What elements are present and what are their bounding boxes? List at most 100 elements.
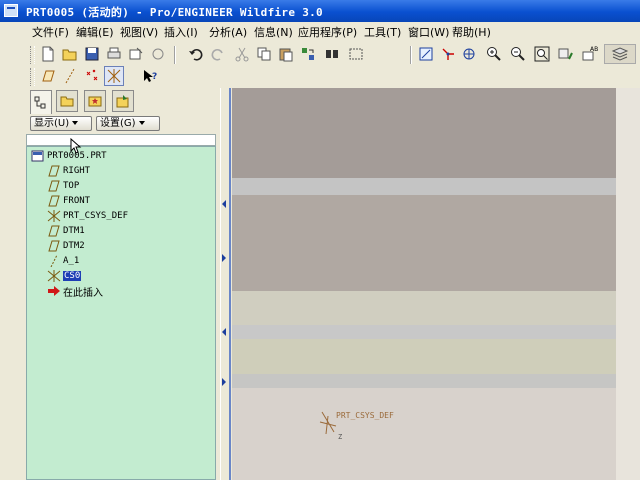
datum-point-display-icon[interactable] bbox=[82, 66, 102, 86]
menu-help[interactable]: 帮助(H) bbox=[450, 24, 493, 40]
tab-connections[interactable] bbox=[112, 90, 134, 112]
spin-center-icon[interactable] bbox=[438, 44, 458, 64]
save-icon[interactable] bbox=[82, 44, 102, 64]
part-icon bbox=[31, 150, 44, 162]
collapse-left-icon[interactable] bbox=[222, 200, 226, 208]
csys-icon bbox=[47, 270, 61, 282]
model-tree: PRT0005.PRT RIGHT TOP FRONT PRT_CSYS_DEF… bbox=[26, 146, 216, 480]
background-band bbox=[232, 88, 616, 178]
open-icon[interactable] bbox=[60, 44, 80, 64]
zoom-in-icon[interactable] bbox=[484, 44, 504, 64]
menu-window[interactable]: 窗口(W) bbox=[406, 24, 451, 40]
datum-display-toolbar: ? bbox=[0, 66, 170, 90]
undo-icon[interactable] bbox=[186, 44, 206, 64]
chevron-down-icon bbox=[138, 121, 145, 125]
refit-icon[interactable] bbox=[532, 44, 552, 64]
background-band bbox=[232, 291, 616, 325]
toolbar-separator bbox=[174, 46, 176, 64]
print-icon[interactable] bbox=[104, 44, 124, 64]
menu-bar: 文件(F) 编辑(E) 视图(V) 插入(I) 分析(A) 信息(N) 应用程序… bbox=[0, 22, 640, 40]
repaint-icon[interactable] bbox=[416, 44, 436, 64]
tree-item-label: CS0 bbox=[63, 271, 82, 281]
tree-item-dtm1[interactable]: DTM1 bbox=[47, 224, 85, 238]
app-icon bbox=[4, 4, 18, 17]
send-icon[interactable] bbox=[126, 44, 146, 64]
expand-right-icon[interactable] bbox=[222, 254, 226, 262]
layers-icon[interactable] bbox=[604, 44, 636, 64]
csys-display-icon[interactable] bbox=[104, 66, 124, 86]
csys-glyph-icon[interactable] bbox=[318, 408, 338, 442]
select-box-icon[interactable] bbox=[346, 44, 366, 64]
find-icon[interactable] bbox=[322, 44, 342, 64]
toolbar-grip[interactable] bbox=[30, 68, 35, 86]
background-band bbox=[232, 325, 616, 339]
copy-icon[interactable] bbox=[254, 44, 274, 64]
paste-icon[interactable] bbox=[276, 44, 296, 64]
tab-model-tree[interactable] bbox=[30, 90, 52, 114]
erase-icon[interactable] bbox=[148, 44, 168, 64]
tab-favorites[interactable] bbox=[84, 90, 106, 112]
saved-views-icon[interactable] bbox=[556, 44, 576, 64]
tree-item-cs0[interactable]: CS0 bbox=[47, 269, 82, 283]
datum-plane-icon bbox=[48, 195, 60, 207]
graphics-right-strip bbox=[616, 88, 640, 480]
tree-item-insert-here[interactable]: 在此插入 bbox=[47, 284, 103, 299]
csys-axis-label: Z bbox=[338, 433, 343, 441]
datum-plane-icon bbox=[48, 180, 60, 192]
tree-item-label: TOP bbox=[63, 181, 80, 191]
graphics-border bbox=[229, 88, 231, 480]
tree-item-dtm2[interactable]: DTM2 bbox=[47, 239, 85, 253]
settings-dropdown-button[interactable]: 设置(G) bbox=[96, 116, 160, 131]
tree-item-label: RIGHT bbox=[63, 166, 91, 176]
menu-edit[interactable]: 编辑(E) bbox=[74, 24, 116, 40]
view-manager-icon[interactable]: AB bbox=[580, 44, 600, 64]
tab-folder-browser[interactable] bbox=[56, 90, 78, 112]
title-bar: PRT0005 (活动的) - Pro/ENGINEER Wildfire 3.… bbox=[0, 0, 640, 22]
whats-this-icon[interactable]: ? bbox=[140, 66, 160, 86]
datum-plane-icon bbox=[48, 240, 60, 252]
tree-header bbox=[26, 134, 216, 146]
settings-dropdown-label: 设置(G) bbox=[100, 118, 136, 129]
tree-item-label: DTM1 bbox=[63, 226, 85, 236]
graphics-window[interactable]: PRT_CSYS_DEF Z bbox=[232, 88, 640, 480]
navigator-panel: 显示(U) 设置(G) PRT0005.PRT RIGHT TOP FRONT … bbox=[26, 88, 220, 480]
tree-item-label: DTM2 bbox=[63, 241, 85, 251]
menu-analysis[interactable]: 分析(A) bbox=[207, 24, 249, 40]
cut-icon[interactable] bbox=[232, 44, 252, 64]
show-dropdown-button[interactable]: 显示(U) bbox=[30, 116, 92, 131]
redo-icon[interactable] bbox=[208, 44, 228, 64]
menu-tools[interactable]: 工具(T) bbox=[362, 24, 403, 40]
datum-plane-display-icon[interactable] bbox=[38, 66, 58, 86]
tree-item-a1[interactable]: A_1 bbox=[47, 254, 79, 268]
show-dropdown-label: 显示(U) bbox=[34, 118, 70, 129]
toolbar-grip[interactable] bbox=[30, 46, 35, 64]
expand-right-icon[interactable] bbox=[222, 378, 226, 386]
navigator-tabs bbox=[30, 90, 220, 114]
tree-item-label: A_1 bbox=[63, 256, 80, 266]
menu-view[interactable]: 视图(V) bbox=[118, 24, 160, 40]
insert-here-icon bbox=[48, 286, 60, 296]
menu-insert[interactable]: 插入(I) bbox=[162, 24, 200, 40]
zoom-out-icon[interactable] bbox=[508, 44, 528, 64]
tree-item-label: 在此插入 bbox=[63, 287, 103, 299]
collapse-left-icon[interactable] bbox=[222, 328, 226, 336]
toolbar-separator bbox=[410, 46, 412, 64]
datum-plane-icon bbox=[48, 165, 60, 177]
panel-splitter[interactable] bbox=[220, 88, 229, 480]
datum-axis-display-icon[interactable] bbox=[60, 66, 80, 86]
menu-file[interactable]: 文件(F) bbox=[30, 24, 71, 40]
tree-item-part[interactable]: PRT0005.PRT bbox=[31, 149, 107, 163]
mouse-pointer-icon bbox=[70, 138, 82, 154]
regenerate-icon[interactable] bbox=[298, 44, 318, 64]
menu-applications[interactable]: 应用程序(P) bbox=[296, 24, 359, 40]
tree-item-top[interactable]: TOP bbox=[47, 179, 79, 193]
window-title: PRT0005 (活动的) - Pro/ENGINEER Wildfire 3.… bbox=[26, 6, 323, 19]
chevron-down-icon bbox=[72, 121, 79, 125]
background-band bbox=[232, 388, 616, 480]
new-icon[interactable] bbox=[38, 44, 58, 64]
tree-item-front[interactable]: FRONT bbox=[47, 194, 90, 208]
menu-info[interactable]: 信息(N) bbox=[252, 24, 295, 40]
tree-item-right[interactable]: RIGHT bbox=[47, 164, 90, 178]
orient-icon[interactable] bbox=[460, 44, 480, 64]
tree-item-prt-csys-def[interactable]: PRT_CSYS_DEF bbox=[47, 209, 128, 223]
